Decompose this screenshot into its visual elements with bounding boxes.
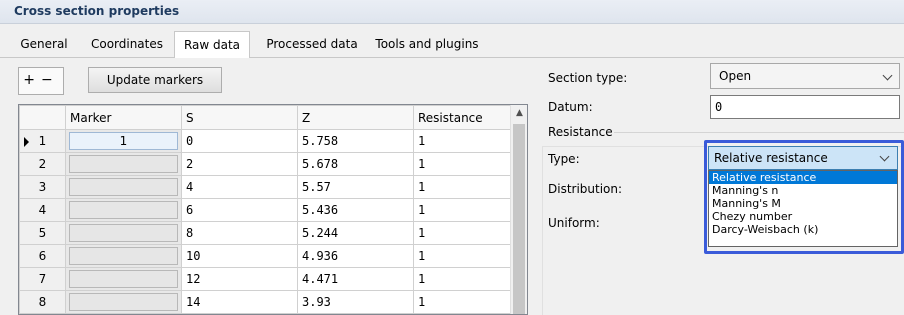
resistance-cell[interactable]: 1 <box>413 244 516 268</box>
z-cell[interactable]: 5.436 <box>297 198 414 222</box>
s-cell[interactable]: 10 <box>181 244 298 268</box>
row-header[interactable]: 5 <box>19 221 66 245</box>
marker-button[interactable]: 1 <box>69 132 178 150</box>
table-row[interactable]: 4 6 5.436 1 <box>19 198 516 222</box>
s-cell[interactable]: 4 <box>181 175 298 199</box>
resistance-cell[interactable]: 1 <box>413 129 516 153</box>
table-row[interactable]: 1 1 0 5.758 1 <box>19 129 516 153</box>
z-cell[interactable]: 5.678 <box>297 152 414 176</box>
marker-cell[interactable] <box>65 290 182 314</box>
type-label: Type: <box>548 152 580 166</box>
column-header-s[interactable]: S <box>181 105 298 130</box>
z-cell[interactable]: 3.93 <box>297 290 414 314</box>
column-header-resistance[interactable]: Resistance <box>413 105 516 130</box>
s-cell[interactable]: 2 <box>181 152 298 176</box>
remove-row-button[interactable]: − <box>41 72 59 88</box>
row-header[interactable]: 2 <box>19 152 66 176</box>
section-type-label: Section type: <box>548 71 628 85</box>
chevron-down-icon <box>882 70 893 81</box>
dropdown-option-darcy-weisbach[interactable]: Darcy-Weisbach (k) <box>709 223 897 236</box>
chevron-down-icon <box>879 151 890 162</box>
marker-button[interactable] <box>69 293 178 311</box>
group-divider <box>614 132 904 133</box>
row-header[interactable]: 8 <box>19 290 66 314</box>
row-header[interactable]: 4 <box>19 198 66 222</box>
row-header[interactable]: 3 <box>19 175 66 199</box>
dropdown-option-chezy-number[interactable]: Chezy number <box>709 210 897 223</box>
scrollbar-thumb[interactable] <box>513 124 525 314</box>
s-cell[interactable]: 0 <box>181 129 298 153</box>
marker-button[interactable] <box>69 270 178 288</box>
row-header[interactable]: 7 <box>19 267 66 291</box>
marker-button[interactable] <box>69 247 178 265</box>
window-title: Cross section properties <box>0 0 904 24</box>
resistance-cell[interactable]: 1 <box>413 290 516 314</box>
marker-cell[interactable] <box>65 244 182 268</box>
tab-bar: General Coordinates Raw data Processed d… <box>0 24 904 59</box>
table-row[interactable]: 8 14 3.93 1 <box>19 290 516 314</box>
tab-tools-and-plugins[interactable]: Tools and plugins <box>372 33 482 58</box>
column-header-z[interactable]: Z <box>297 105 414 130</box>
z-cell[interactable]: 5.244 <box>297 221 414 245</box>
table-row[interactable]: 5 8 5.244 1 <box>19 221 516 245</box>
grid-vertical-scrollbar[interactable]: ▲ <box>510 105 527 314</box>
s-cell[interactable]: 14 <box>181 290 298 314</box>
scroll-up-icon[interactable]: ▲ <box>511 105 527 122</box>
dropdown-option-relative-resistance[interactable]: Relative resistance <box>709 171 897 184</box>
column-header-marker[interactable]: Marker <box>65 105 182 130</box>
table-row[interactable]: 7 12 4.471 1 <box>19 267 516 291</box>
table-row[interactable]: 3 4 5.57 1 <box>19 175 516 199</box>
marker-cell[interactable] <box>65 267 182 291</box>
resistance-group-label: Resistance <box>548 125 617 139</box>
datum-label: Datum: <box>548 100 593 114</box>
resistance-cell[interactable]: 1 <box>413 152 516 176</box>
z-cell[interactable]: 4.471 <box>297 267 414 291</box>
marker-cell[interactable] <box>65 175 182 199</box>
z-cell[interactable]: 5.57 <box>297 175 414 199</box>
raw-data-panel: +− Update markers Marker S Z Resistance … <box>10 58 532 315</box>
marker-cell[interactable] <box>65 221 182 245</box>
z-cell[interactable]: 4.936 <box>297 244 414 268</box>
add-remove-buttons: +− <box>18 67 64 95</box>
update-markers-button[interactable]: Update markers <box>88 67 222 93</box>
resistance-cell[interactable]: 1 <box>413 198 516 222</box>
uniform-label: Uniform: <box>548 216 600 230</box>
dropdown-option-mannings-n[interactable]: Manning's n <box>709 184 897 197</box>
tab-coordinates[interactable]: Coordinates <box>84 33 170 58</box>
z-cell[interactable]: 5.758 <box>297 129 414 153</box>
marker-cell[interactable]: 1 <box>65 129 182 153</box>
marker-cell[interactable] <box>65 152 182 176</box>
row-header[interactable]: 6 <box>19 244 66 268</box>
marker-button[interactable] <box>69 201 178 219</box>
marker-cell[interactable] <box>65 198 182 222</box>
datum-input[interactable]: 0 <box>710 95 900 119</box>
tab-general[interactable]: General <box>14 33 74 58</box>
resistance-type-dropdown: Relative resistance Manning's n Manning'… <box>708 170 898 247</box>
resistance-type-value: Relative resistance <box>714 151 828 165</box>
table-row[interactable]: 6 10 4.936 1 <box>19 244 516 268</box>
tab-processed-data[interactable]: Processed data <box>258 33 366 58</box>
marker-button[interactable] <box>69 224 178 242</box>
marker-button[interactable] <box>69 178 178 196</box>
resistance-cell[interactable]: 1 <box>413 267 516 291</box>
dropdown-option-mannings-m[interactable]: Manning's M <box>709 197 897 210</box>
raw-data-grid[interactable]: Marker S Z Resistance 1 1 0 5.758 1 2 2 <box>18 104 528 315</box>
tab-raw-data[interactable]: Raw data <box>174 31 250 59</box>
grid-header-row: Marker S Z Resistance <box>19 105 516 130</box>
current-row-icon <box>24 137 29 147</box>
s-cell[interactable]: 6 <box>181 198 298 222</box>
row-header[interactable]: 1 <box>19 129 66 153</box>
section-type-select[interactable]: Open <box>710 63 900 89</box>
s-cell[interactable]: 12 <box>181 267 298 291</box>
marker-button[interactable] <box>69 155 178 173</box>
table-row[interactable]: 2 2 5.678 1 <box>19 152 516 176</box>
row-header-corner <box>19 105 66 130</box>
resistance-cell[interactable]: 1 <box>413 221 516 245</box>
s-cell[interactable]: 8 <box>181 221 298 245</box>
distribution-label: Distribution: <box>548 182 623 196</box>
section-type-value: Open <box>719 69 752 83</box>
add-row-button[interactable]: + <box>23 72 41 88</box>
resistance-type-select[interactable]: Relative resistance <box>708 146 898 170</box>
resistance-cell[interactable]: 1 <box>413 175 516 199</box>
